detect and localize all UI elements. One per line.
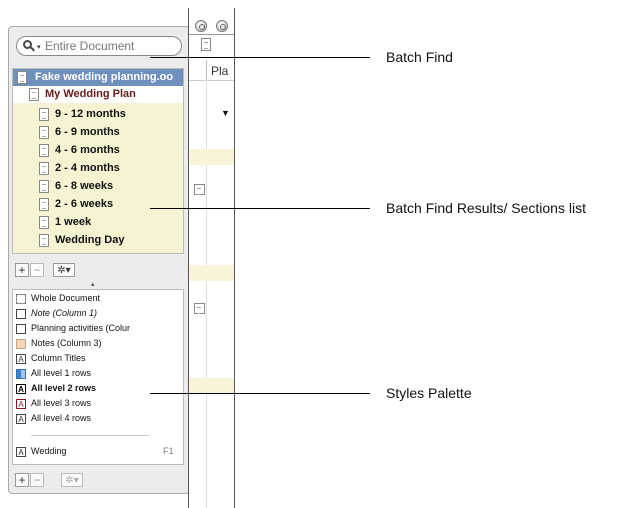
section-label: 6 - 8 weeks (55, 180, 114, 192)
styles-divider (31, 435, 149, 436)
section-label: 4 - 6 months (55, 144, 120, 156)
column-header: Pla (206, 60, 235, 80)
page-icon (39, 144, 49, 157)
search-input[interactable] (45, 39, 175, 53)
document-toolbar-icon[interactable] (201, 38, 211, 51)
window-button-icon[interactable] (195, 20, 207, 32)
plan-name: My Wedding Plan (45, 88, 136, 100)
results-document-row[interactable]: Fake wedding planning.oo (13, 69, 183, 86)
header-divider (189, 80, 234, 81)
callout-batch-find: Batch Find (386, 49, 453, 65)
page-icon (39, 108, 49, 121)
section-label: 6 - 9 months (55, 126, 120, 138)
page-icon (39, 180, 49, 193)
style-label: All level 1 rows (31, 368, 92, 378)
letter-a-icon: A (16, 354, 26, 364)
blue-grid-icon (16, 369, 26, 379)
row-highlight (189, 265, 234, 281)
page-icon (39, 162, 49, 175)
style-item-level-3-rows[interactable]: A All level 3 rows (13, 397, 183, 412)
style-label: Notes (Column 3) (31, 338, 102, 348)
style-item-wedding[interactable]: A Wedding F1 (13, 445, 183, 460)
section-item[interactable]: Wedding Day (13, 232, 183, 249)
callout-styles: Styles Palette (386, 385, 472, 401)
style-shortcut: F1 (163, 446, 174, 456)
note-icon[interactable] (194, 303, 205, 314)
styles-button-bar: + − ✲▾ (15, 473, 185, 491)
style-item-level-2-rows[interactable]: A All level 2 rows (13, 382, 183, 397)
style-item-note[interactable]: Note (Column 1) (13, 307, 183, 322)
section-item[interactable]: 6 - 8 weeks (13, 178, 183, 195)
style-item-column-titles[interactable]: A Column Titles (13, 352, 183, 367)
style-label: Column Titles (31, 353, 86, 363)
section-label: 9 - 12 months (55, 108, 126, 120)
section-item[interactable]: 9 - 12 months (13, 106, 183, 123)
page-icon (39, 216, 49, 229)
disclosure-triangle-icon[interactable]: ▼ (221, 108, 230, 118)
style-label: All level 2 rows (31, 383, 97, 393)
style-item-whole-document[interactable]: Whole Document (13, 292, 183, 307)
dashed-box-icon (16, 294, 26, 304)
outline-column-rule (206, 80, 207, 508)
add-button[interactable]: + (15, 263, 29, 277)
style-label: Wedding (31, 446, 67, 456)
remove-button[interactable]: − (30, 263, 44, 277)
letter-a-icon: A (16, 447, 26, 457)
style-label: All level 3 rows (31, 398, 92, 408)
section-label: Wedding Day (55, 234, 125, 246)
section-item[interactable]: 2 - 4 months (13, 160, 183, 177)
style-label: Planning activities (Colur (31, 323, 131, 333)
search-scope-chevron-icon[interactable]: ▾ (37, 44, 41, 51)
peach-box-icon (16, 339, 26, 349)
magnifier-handle (30, 46, 35, 52)
section-label: 2 - 4 months (55, 162, 120, 174)
add-style-button[interactable]: + (15, 473, 29, 487)
batch-find-search-field[interactable]: ▾ (16, 36, 182, 56)
window-button-icon[interactable] (216, 20, 228, 32)
callout-leader-results (150, 208, 370, 209)
note-icon[interactable] (194, 184, 205, 195)
document-icon (17, 71, 27, 84)
style-label: Whole Document (31, 293, 101, 303)
page-icon (39, 198, 49, 211)
batch-find-results-list[interactable]: Fake wedding planning.oo My Wedding Plan… (12, 68, 184, 254)
gear-menu-button[interactable]: ✲▾ (53, 263, 75, 277)
row-highlight (189, 149, 234, 165)
style-item-level-1-rows[interactable]: All level 1 rows (13, 367, 183, 382)
callout-leader-batch-find (150, 57, 370, 58)
plain-box-icon (16, 324, 26, 334)
style-item-level-4-rows[interactable]: A All level 4 rows (13, 412, 183, 427)
splitter-handle-icon[interactable]: ▴ (91, 280, 95, 288)
results-plan-row[interactable]: My Wedding Plan (13, 86, 183, 103)
section-label: 2 - 6 weeks (55, 198, 114, 210)
section-item[interactable]: 2 - 6 weeks (13, 196, 183, 213)
plain-box-icon (16, 309, 26, 319)
titlebar-divider (189, 34, 234, 35)
section-item[interactable]: 4 - 6 months (13, 142, 183, 159)
letter-a-icon: A (16, 414, 26, 424)
remove-style-button[interactable]: − (30, 473, 44, 487)
section-item[interactable]: 6 - 9 months (13, 124, 183, 141)
section-item[interactable]: 1 week (13, 214, 183, 231)
style-label: Note (Column 1) (31, 308, 98, 318)
column-header-label: Pla (211, 64, 229, 78)
page-icon (39, 234, 49, 247)
style-item-planning-activities[interactable]: Planning activities (Colur (13, 322, 183, 337)
bold-letter-a-icon: A (16, 384, 26, 394)
callout-results: Batch Find Results/ Sections list (386, 200, 586, 216)
red-letter-a-icon: A (16, 399, 26, 409)
styles-palette[interactable]: Whole Document Note (Column 1) Planning … (12, 289, 184, 465)
style-item-notes[interactable]: Notes (Column 3) (13, 337, 183, 352)
callout-leader-styles (150, 393, 370, 394)
document-name: Fake wedding planning.oo (35, 71, 174, 83)
style-label: All level 4 rows (31, 413, 92, 423)
document-window: Pla ▼ (188, 8, 235, 508)
section-label: 1 week (55, 216, 92, 228)
row-highlight (189, 378, 234, 394)
page-icon (29, 88, 39, 101)
style-gear-menu-button[interactable]: ✲▾ (61, 473, 83, 487)
results-button-bar: + − ✲▾ (15, 263, 185, 281)
page-icon (39, 126, 49, 139)
